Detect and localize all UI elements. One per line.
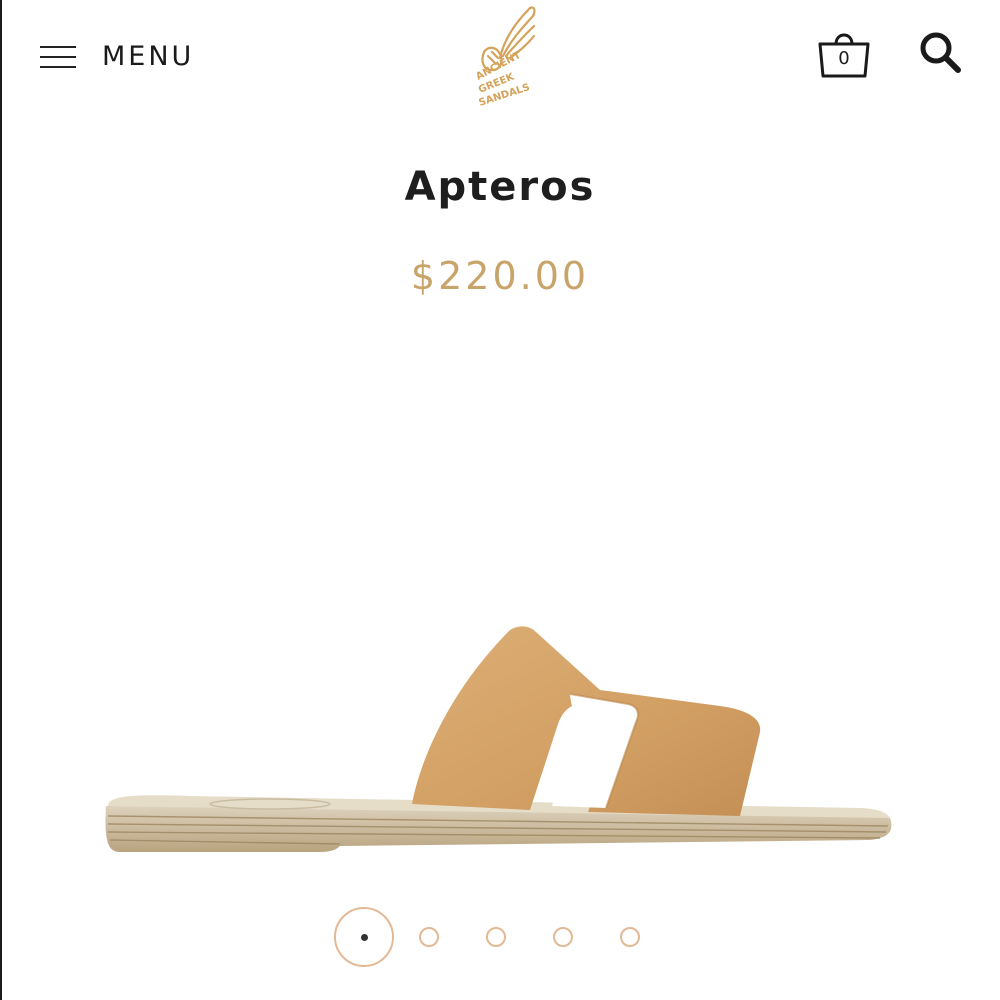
page-border [0,0,2,1000]
cart-button[interactable]: 0 [814,24,874,84]
search-button[interactable] [916,28,964,76]
product-image[interactable] [100,620,900,860]
product-price: $220.00 [410,254,590,298]
cart-count-badge: 0 [838,48,850,69]
product-title: Apteros [404,164,596,210]
carousel-dot[interactable] [620,927,640,947]
hamburger-icon [40,44,76,68]
winged-sandal-logo[interactable]: ANCIENT GREEK SANDALS [470,0,550,112]
carousel-dot-active[interactable] [334,907,394,967]
carousel-dot[interactable] [486,927,506,947]
carousel-dot[interactable] [553,927,573,947]
carousel-dot[interactable] [419,927,439,947]
carousel-dots [334,906,640,968]
search-icon [920,32,961,73]
menu-label: MENU [102,40,195,72]
menu-button[interactable]: MENU [40,36,194,76]
